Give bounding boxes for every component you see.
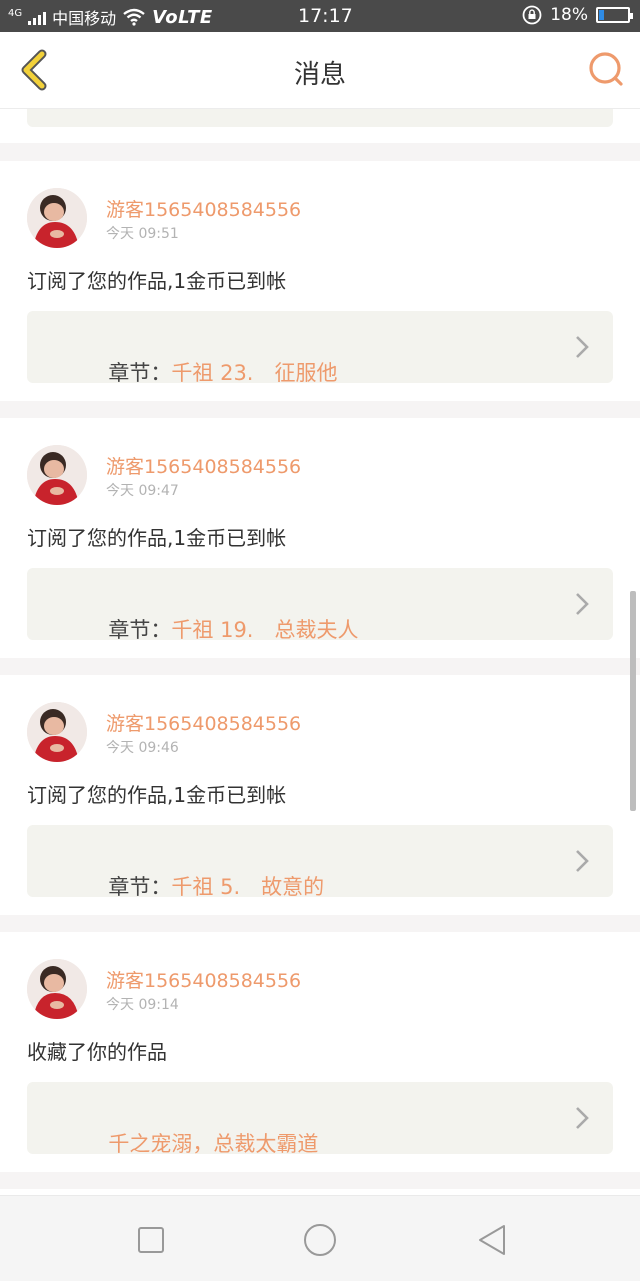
chapter-link[interactable]: 章节：千祖 23. 征服他 [27,311,613,385]
status-right: 18% [522,5,633,25]
status-bar: 4G 中国移动 VoLTE 17:17 18% [0,0,640,32]
chapter-link[interactable]: 章节：千祖 5. 故意的 [27,825,613,899]
scrollbar[interactable] [630,591,636,811]
chevron-right-icon [576,850,589,872]
message-time: 今天 09:47 [106,483,179,499]
message-card: 游客1565408584556 今天 09:51 订阅了您的作品,1金币已到帐 … [0,161,640,401]
message-time: 今天 09:46 [106,740,179,756]
work-title: 千之宠溺，总裁太霸道 [108,1132,319,1156]
message-text: 订阅了您的作品,1金币已到帐 [27,526,287,550]
message-time: 今天 09:51 [106,226,179,242]
search-icon [589,52,623,86]
work-text: 千之宠溺，总裁太霸道 [55,1104,318,1182]
message-text: 收藏了你的作品 [27,1040,167,1064]
chevron-right-icon [576,1107,589,1129]
chapter-link[interactable]: 章节：千祖 19. 总裁夫人 [27,568,613,642]
recent-apps-button[interactable] [131,1220,171,1260]
rotation-lock-icon [522,5,542,25]
chapter-title: 千祖 19. 总裁夫人 [171,618,359,642]
avatar[interactable] [27,188,87,248]
status-left: 4G 中国移动 VoLTE [8,5,213,29]
message-card: 游客1565408584556 今天 09:47 订阅了您的作品,1金币已到帐 … [0,418,640,658]
signal-icon [28,9,47,25]
triangle-back-icon [479,1225,505,1255]
battery-icon [596,7,633,23]
previous-message-partial [0,109,640,143]
chapter-text: 章节：千祖 5. 故意的 [55,847,324,925]
chapter-prefix: 章节： [108,875,172,899]
app-header: 消息 [0,32,640,109]
message-list[interactable]: 游客1565408584556 今天 09:51 订阅了您的作品,1金币已到帐 … [0,109,640,1195]
chapter-prefix: 章节： [108,361,172,385]
system-nav-bar [0,1195,640,1281]
carrier-name: 中国移动 [52,9,117,28]
message-text: 订阅了您的作品,1金币已到帐 [27,783,287,807]
square-icon [138,1227,164,1253]
chapter-title: 千祖 23. 征服他 [171,361,338,385]
message-card: 游客1565408584556 今天 09:14 收藏了你的作品 千之宠溺，总裁… [0,932,640,1172]
work-link[interactable]: 千之宠溺，总裁太霸道 [27,1082,613,1156]
username[interactable]: 游客1565408584556 [106,966,301,993]
message-text: 订阅了您的作品,1金币已到帐 [27,269,287,293]
username[interactable]: 游客1565408584556 [106,452,301,479]
chapter-title: 千祖 5. 故意的 [171,875,325,899]
chapter-text: 章节：千祖 23. 征服他 [55,333,337,411]
avatar[interactable] [27,445,87,505]
message-time: 今天 09:14 [106,997,179,1013]
chapter-text: 章节：千祖 19. 总裁夫人 [55,590,358,668]
battery-percent: 18% [550,5,588,25]
nav-back-button[interactable] [472,1220,512,1260]
chevron-right-icon [576,336,589,358]
username[interactable]: 游客1565408584556 [106,195,301,222]
avatar[interactable] [27,702,87,762]
status-time: 17:17 [298,5,353,27]
circle-icon [304,1224,336,1256]
username[interactable]: 游客1565408584556 [106,709,301,736]
home-button[interactable] [300,1220,340,1260]
wifi-icon [123,8,145,26]
network-type: 4G [8,7,23,19]
volte-label: VoLTE [152,6,213,28]
chapter-prefix: 章节： [108,618,172,642]
avatar[interactable] [27,959,87,1019]
message-card: 游客1565408584556 今天 09:46 订阅了您的作品,1金币已到帐 … [0,675,640,915]
page-title: 消息 [293,60,346,90]
chevron-right-icon [576,593,589,615]
search-button[interactable] [586,50,626,90]
previous-chapter-chip[interactable] [27,109,613,127]
